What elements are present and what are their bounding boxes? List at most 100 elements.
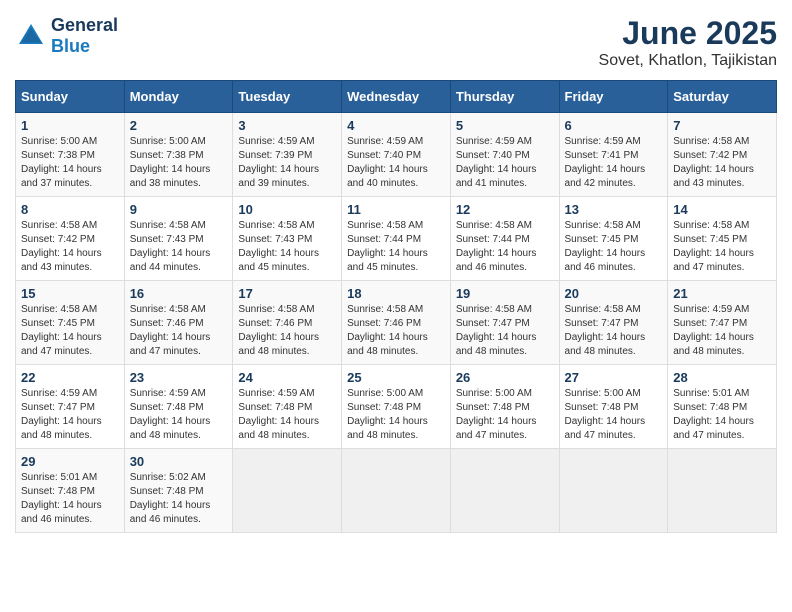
day-content: Sunrise: 4:58 AM Sunset: 7:43 PM Dayligh… — [130, 219, 228, 275]
day-number: 2 — [130, 118, 228, 133]
day-content: Sunrise: 4:58 AM Sunset: 7:46 PM Dayligh… — [130, 303, 228, 359]
day-content: Sunrise: 5:00 AM Sunset: 7:38 PM Dayligh… — [21, 135, 119, 191]
calendar-cell: 15 Sunrise: 4:58 AM Sunset: 7:45 PM Dayl… — [16, 281, 125, 365]
logo-general: General — [51, 15, 118, 35]
calendar-week-1: 1 Sunrise: 5:00 AM Sunset: 7:38 PM Dayli… — [16, 113, 777, 197]
day-number: 3 — [238, 118, 336, 133]
calendar-cell: 23 Sunrise: 4:59 AM Sunset: 7:48 PM Dayl… — [124, 365, 233, 449]
day-content: Sunrise: 4:58 AM Sunset: 7:46 PM Dayligh… — [347, 303, 445, 359]
logo-text: General Blue — [51, 15, 118, 57]
calendar-table: Sunday Monday Tuesday Wednesday Thursday… — [15, 80, 777, 533]
day-content: Sunrise: 4:58 AM Sunset: 7:46 PM Dayligh… — [238, 303, 336, 359]
calendar-cell: 16 Sunrise: 4:58 AM Sunset: 7:46 PM Dayl… — [124, 281, 233, 365]
logo-blue: Blue — [51, 36, 90, 56]
day-number: 5 — [456, 118, 554, 133]
calendar-subtitle: Sovet, Khatlon, Tajikistan — [599, 52, 777, 70]
calendar-cell: 11 Sunrise: 4:58 AM Sunset: 7:44 PM Dayl… — [342, 197, 451, 281]
col-saturday: Saturday — [668, 81, 777, 113]
calendar-cell: 9 Sunrise: 4:58 AM Sunset: 7:43 PM Dayli… — [124, 197, 233, 281]
day-number: 25 — [347, 370, 445, 385]
calendar-cell: 21 Sunrise: 4:59 AM Sunset: 7:47 PM Dayl… — [668, 281, 777, 365]
day-content: Sunrise: 4:58 AM Sunset: 7:45 PM Dayligh… — [21, 303, 119, 359]
col-friday: Friday — [559, 81, 668, 113]
calendar-cell: 18 Sunrise: 4:58 AM Sunset: 7:46 PM Dayl… — [342, 281, 451, 365]
day-number: 11 — [347, 202, 445, 217]
day-number: 4 — [347, 118, 445, 133]
col-thursday: Thursday — [450, 81, 559, 113]
calendar-body: 1 Sunrise: 5:00 AM Sunset: 7:38 PM Dayli… — [16, 113, 777, 533]
calendar-cell: 4 Sunrise: 4:59 AM Sunset: 7:40 PM Dayli… — [342, 113, 451, 197]
calendar-week-3: 15 Sunrise: 4:58 AM Sunset: 7:45 PM Dayl… — [16, 281, 777, 365]
day-content: Sunrise: 5:01 AM Sunset: 7:48 PM Dayligh… — [673, 387, 771, 443]
calendar-cell: 22 Sunrise: 4:59 AM Sunset: 7:47 PM Dayl… — [16, 365, 125, 449]
calendar-cell: 7 Sunrise: 4:58 AM Sunset: 7:42 PM Dayli… — [668, 113, 777, 197]
logo-icon — [15, 20, 47, 52]
day-content: Sunrise: 4:58 AM Sunset: 7:42 PM Dayligh… — [673, 135, 771, 191]
calendar-cell: 27 Sunrise: 5:00 AM Sunset: 7:48 PM Dayl… — [559, 365, 668, 449]
logo: General Blue — [15, 15, 118, 57]
col-monday: Monday — [124, 81, 233, 113]
title-area: June 2025 Sovet, Khatlon, Tajikistan — [599, 15, 777, 70]
calendar-cell: 25 Sunrise: 5:00 AM Sunset: 7:48 PM Dayl… — [342, 365, 451, 449]
day-number: 21 — [673, 286, 771, 301]
day-content: Sunrise: 5:00 AM Sunset: 7:48 PM Dayligh… — [347, 387, 445, 443]
day-number: 18 — [347, 286, 445, 301]
day-number: 29 — [21, 454, 119, 469]
day-content: Sunrise: 4:58 AM Sunset: 7:47 PM Dayligh… — [565, 303, 663, 359]
day-number: 14 — [673, 202, 771, 217]
calendar-cell: 3 Sunrise: 4:59 AM Sunset: 7:39 PM Dayli… — [233, 113, 342, 197]
calendar-cell: 10 Sunrise: 4:58 AM Sunset: 7:43 PM Dayl… — [233, 197, 342, 281]
calendar-cell: 14 Sunrise: 4:58 AM Sunset: 7:45 PM Dayl… — [668, 197, 777, 281]
day-number: 17 — [238, 286, 336, 301]
day-number: 28 — [673, 370, 771, 385]
day-number: 6 — [565, 118, 663, 133]
day-number: 19 — [456, 286, 554, 301]
day-content: Sunrise: 5:02 AM Sunset: 7:48 PM Dayligh… — [130, 471, 228, 527]
calendar-week-2: 8 Sunrise: 4:58 AM Sunset: 7:42 PM Dayli… — [16, 197, 777, 281]
day-content: Sunrise: 4:58 AM Sunset: 7:44 PM Dayligh… — [347, 219, 445, 275]
day-content: Sunrise: 4:59 AM Sunset: 7:39 PM Dayligh… — [238, 135, 336, 191]
day-content: Sunrise: 4:59 AM Sunset: 7:47 PM Dayligh… — [21, 387, 119, 443]
calendar-cell: 26 Sunrise: 5:00 AM Sunset: 7:48 PM Dayl… — [450, 365, 559, 449]
col-tuesday: Tuesday — [233, 81, 342, 113]
calendar-cell: 13 Sunrise: 4:58 AM Sunset: 7:45 PM Dayl… — [559, 197, 668, 281]
calendar-cell: 19 Sunrise: 4:58 AM Sunset: 7:47 PM Dayl… — [450, 281, 559, 365]
day-content: Sunrise: 5:01 AM Sunset: 7:48 PM Dayligh… — [21, 471, 119, 527]
day-content: Sunrise: 4:58 AM Sunset: 7:44 PM Dayligh… — [456, 219, 554, 275]
page-header: General Blue June 2025 Sovet, Khatlon, T… — [15, 15, 777, 70]
calendar-cell: 28 Sunrise: 5:01 AM Sunset: 7:48 PM Dayl… — [668, 365, 777, 449]
calendar-cell — [668, 449, 777, 533]
calendar-title: June 2025 — [599, 15, 777, 52]
calendar-cell: 30 Sunrise: 5:02 AM Sunset: 7:48 PM Dayl… — [124, 449, 233, 533]
day-number: 8 — [21, 202, 119, 217]
calendar-header-row: Sunday Monday Tuesday Wednesday Thursday… — [16, 81, 777, 113]
col-sunday: Sunday — [16, 81, 125, 113]
day-content: Sunrise: 4:59 AM Sunset: 7:41 PM Dayligh… — [565, 135, 663, 191]
calendar-cell: 2 Sunrise: 5:00 AM Sunset: 7:38 PM Dayli… — [124, 113, 233, 197]
calendar-cell: 5 Sunrise: 4:59 AM Sunset: 7:40 PM Dayli… — [450, 113, 559, 197]
day-content: Sunrise: 5:00 AM Sunset: 7:38 PM Dayligh… — [130, 135, 228, 191]
calendar-cell: 8 Sunrise: 4:58 AM Sunset: 7:42 PM Dayli… — [16, 197, 125, 281]
day-content: Sunrise: 4:59 AM Sunset: 7:47 PM Dayligh… — [673, 303, 771, 359]
day-number: 10 — [238, 202, 336, 217]
day-number: 9 — [130, 202, 228, 217]
day-content: Sunrise: 4:59 AM Sunset: 7:40 PM Dayligh… — [456, 135, 554, 191]
calendar-week-5: 29 Sunrise: 5:01 AM Sunset: 7:48 PM Dayl… — [16, 449, 777, 533]
calendar-cell — [450, 449, 559, 533]
calendar-cell — [342, 449, 451, 533]
day-number: 16 — [130, 286, 228, 301]
day-number: 12 — [456, 202, 554, 217]
calendar-cell: 24 Sunrise: 4:59 AM Sunset: 7:48 PM Dayl… — [233, 365, 342, 449]
day-content: Sunrise: 5:00 AM Sunset: 7:48 PM Dayligh… — [565, 387, 663, 443]
day-number: 1 — [21, 118, 119, 133]
col-wednesday: Wednesday — [342, 81, 451, 113]
calendar-cell: 29 Sunrise: 5:01 AM Sunset: 7:48 PM Dayl… — [16, 449, 125, 533]
calendar-cell — [559, 449, 668, 533]
calendar-cell: 17 Sunrise: 4:58 AM Sunset: 7:46 PM Dayl… — [233, 281, 342, 365]
day-content: Sunrise: 4:58 AM Sunset: 7:45 PM Dayligh… — [565, 219, 663, 275]
day-number: 22 — [21, 370, 119, 385]
day-number: 13 — [565, 202, 663, 217]
day-number: 27 — [565, 370, 663, 385]
day-number: 20 — [565, 286, 663, 301]
day-number: 30 — [130, 454, 228, 469]
